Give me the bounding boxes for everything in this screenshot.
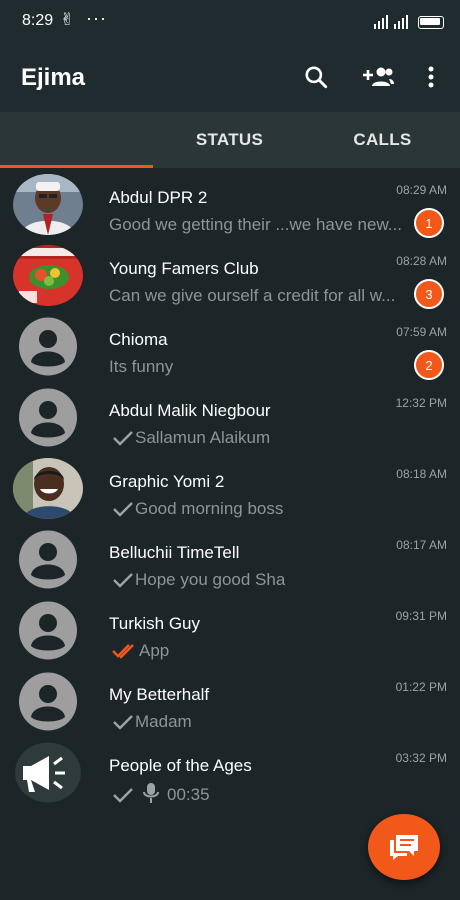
chat-name: Young Famers Club	[109, 259, 259, 278]
chat-time: 12:32 PM	[395, 396, 447, 410]
chat-time: 07:59 AM	[396, 325, 447, 339]
new-chat-button[interactable]	[368, 814, 440, 880]
chat-name: My Betterhalf	[109, 685, 210, 704]
tab-calls[interactable]: CALLS	[306, 112, 459, 168]
sent-tick-icon	[113, 502, 133, 517]
chat-name: People of the Ages	[109, 756, 252, 775]
chat-row[interactable]: Young Famers Club 08:28 AM Can we give o…	[0, 239, 460, 310]
avatar[interactable]	[13, 458, 83, 519]
avatar[interactable]	[13, 174, 83, 235]
more-notifications-icon: ···	[86, 8, 107, 28]
chat-preview: 00:35	[112, 783, 210, 805]
sent-tick-icon	[113, 715, 133, 730]
tab-chats[interactable]: CHATS	[0, 112, 153, 168]
sent-tick-icon	[113, 431, 133, 446]
more-vert-icon[interactable]	[417, 62, 445, 92]
app-title: Ejima	[21, 64, 86, 91]
chat-name: Abdul DPR 2	[109, 188, 208, 207]
add-contact-icon[interactable]	[361, 62, 395, 92]
tab-status[interactable]: STATUS	[153, 112, 306, 168]
signal-icon	[374, 15, 388, 29]
chat-name: Graphic Yomi 2	[109, 472, 225, 491]
default-avatar-icon[interactable]	[13, 387, 83, 448]
new-chat-icon	[390, 835, 418, 860]
default-avatar-icon[interactable]	[13, 316, 83, 377]
app-bar: Ejima	[0, 44, 460, 112]
chat-row[interactable]: Turkish Guy 09:31 PM App	[0, 594, 460, 665]
chat-row[interactable]: Abdul DPR 2 08:29 AM Good we getting the…	[0, 168, 460, 239]
unread-badge: 3	[414, 279, 444, 309]
chat-preview: Can we give ourself a credit for all w..…	[109, 286, 396, 305]
default-avatar-icon[interactable]	[13, 671, 83, 732]
chat-row[interactable]: Chioma 07:59 AM Its funny 2	[0, 310, 460, 381]
peace-hand-icon: ✌	[60, 10, 75, 29]
chat-name: Chioma	[109, 330, 168, 349]
chat-row[interactable]: Belluchii TimeTell 08:17 AM Hope you goo…	[0, 523, 460, 594]
chat-time: 03:32 PM	[395, 751, 447, 765]
voice-duration: 00:35	[167, 785, 210, 804]
chat-preview-text: Madam	[135, 712, 192, 731]
chat-row[interactable]: Abdul Malik Niegbour 12:32 PM Sallamun A…	[0, 381, 460, 452]
chat-preview: Hope you good Sha	[112, 570, 285, 590]
chat-row[interactable]: My Betterhalf 01:22 PM Madam	[0, 665, 460, 736]
chat-preview: Its funny	[109, 357, 174, 376]
status-bar: 8:29 ✌ ···	[0, 0, 460, 44]
battery-icon	[418, 16, 444, 29]
read-double-tick-icon	[112, 644, 134, 659]
chat-time: 08:29 AM	[396, 183, 447, 197]
chat-time: 08:28 AM	[396, 254, 447, 268]
chat-preview-text: App	[139, 641, 170, 660]
chat-time: 08:18 AM	[396, 467, 447, 481]
sent-tick-icon	[113, 788, 133, 803]
chat-row[interactable]: People of the Ages 03:32 PM 00:35	[0, 736, 460, 807]
chat-time: 08:17 AM	[396, 538, 447, 552]
tab-bar: CHATS STATUS CALLS	[0, 112, 460, 168]
chat-list: Abdul DPR 2 08:29 AM Good we getting the…	[0, 168, 460, 807]
chat-row[interactable]: Graphic Yomi 2 08:18 AM Good morning bos…	[0, 452, 460, 523]
status-time: 8:29	[22, 12, 54, 29]
microphone-icon	[143, 783, 159, 803]
chat-time: 09:31 PM	[395, 609, 447, 623]
unread-badge: 2	[414, 350, 444, 380]
chat-preview: Sallamun Alaikum	[112, 428, 270, 448]
avatar[interactable]	[13, 245, 83, 306]
chat-name: Abdul Malik Niegbour	[109, 401, 271, 420]
default-avatar-icon[interactable]	[13, 600, 83, 661]
default-avatar-icon[interactable]	[13, 529, 83, 590]
chat-name: Turkish Guy	[109, 614, 201, 633]
chat-time: 01:22 PM	[395, 680, 447, 694]
unread-badge: 1	[414, 208, 444, 238]
status-indicators	[374, 13, 444, 29]
chat-preview: Good we getting their ...we have new...	[109, 215, 402, 234]
sent-tick-icon	[113, 573, 133, 588]
megaphone-avatar-icon[interactable]	[13, 742, 83, 803]
chat-preview-text: Sallamun Alaikum	[135, 428, 271, 447]
chat-preview-text: Good morning boss	[135, 499, 284, 518]
chat-preview: Madam	[112, 712, 192, 732]
chat-preview: Good morning boss	[112, 499, 283, 519]
chat-preview: App	[112, 641, 169, 661]
chat-preview-text: Hope you good Sha	[135, 570, 286, 589]
chat-name: Belluchii TimeTell	[109, 543, 240, 562]
search-icon[interactable]	[301, 62, 331, 92]
signal-icon-2	[394, 15, 408, 29]
